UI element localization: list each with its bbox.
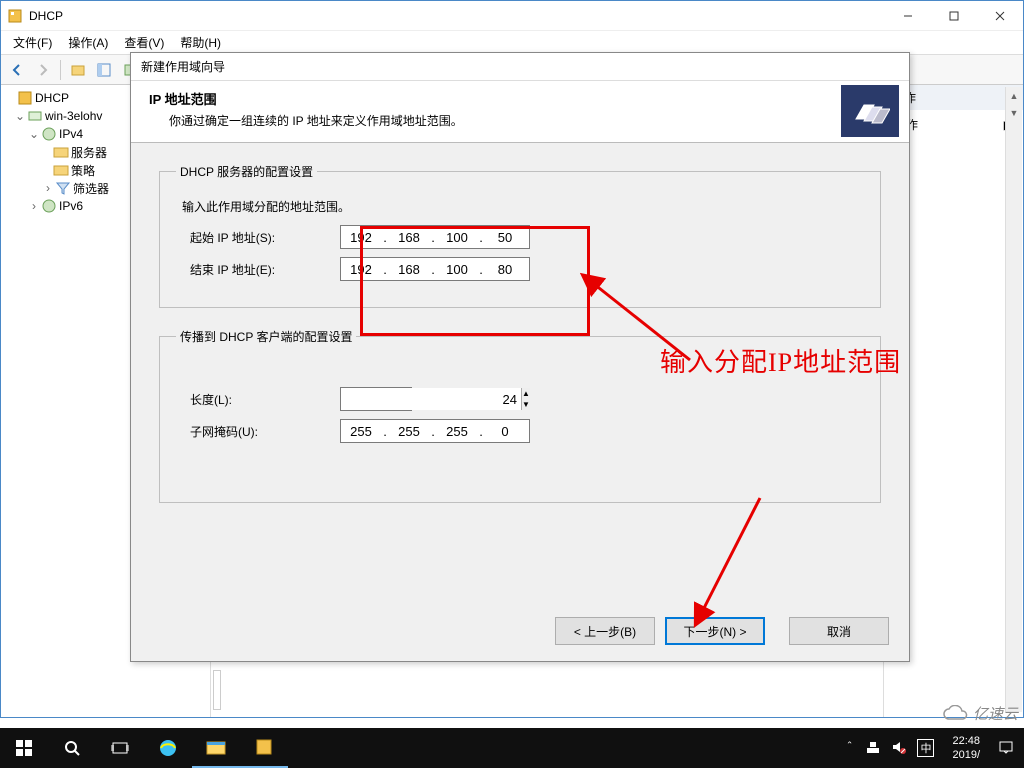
tree-policy[interactable]: 策略 bbox=[71, 162, 95, 179]
toolbar-icon-2[interactable] bbox=[92, 58, 116, 82]
wizard-header: IP 地址范围 你通过确定一组连续的 IP 地址来定义作用域地址范围。 bbox=[131, 81, 909, 143]
start-ip-label: 起始 IP 地址(S): bbox=[190, 229, 340, 246]
legend-group2: 传播到 DHCP 客户端的配置设置 bbox=[176, 328, 356, 345]
next-button[interactable]: 下一步(N) > bbox=[665, 617, 765, 645]
scroll-up-icon[interactable]: ▲ bbox=[1006, 87, 1022, 104]
ipv4-icon bbox=[41, 126, 57, 142]
window-title: DHCP bbox=[29, 9, 63, 23]
filter-icon bbox=[55, 180, 71, 196]
wizard-title: 新建作用域向导 bbox=[131, 53, 909, 81]
end-ip-input[interactable]: . . . bbox=[340, 257, 530, 281]
tree-ipv6[interactable]: IPv6 bbox=[59, 199, 83, 213]
ime-icon[interactable]: 中 bbox=[917, 739, 934, 757]
start-button[interactable] bbox=[0, 728, 48, 768]
tree-ipv4[interactable]: IPv4 bbox=[59, 127, 83, 141]
network-icon[interactable] bbox=[865, 739, 881, 758]
close-button[interactable] bbox=[977, 1, 1023, 31]
annotation-text: 输入分配IP地址范围 bbox=[660, 342, 901, 379]
wizard-subheading: 你通过确定一组连续的 IP 地址来定义作用域地址范围。 bbox=[149, 108, 463, 129]
titlebar: DHCP bbox=[1, 1, 1023, 31]
ip-octet[interactable] bbox=[389, 424, 429, 439]
dhcp-icon bbox=[17, 90, 33, 106]
wizard-heading: IP 地址范围 bbox=[149, 92, 217, 107]
taskview-icon[interactable] bbox=[96, 728, 144, 768]
system-tray[interactable]: ＾ 中 22:48 2019/ bbox=[833, 734, 1024, 762]
ip-octet[interactable] bbox=[485, 262, 525, 277]
tree-serveropt[interactable]: 服务器 bbox=[71, 144, 107, 161]
wizard-banner-icon bbox=[841, 85, 899, 137]
nav-back-button[interactable] bbox=[5, 58, 29, 82]
tree-server[interactable]: win-3elohv bbox=[45, 109, 102, 123]
clock-time[interactable]: 22:48 bbox=[952, 734, 980, 748]
length-spin[interactable]: ▲▼ bbox=[340, 387, 412, 411]
twisty-icon[interactable]: › bbox=[27, 199, 41, 213]
menu-view[interactable]: 查看(V) bbox=[116, 32, 172, 53]
menu-action[interactable]: 操作(A) bbox=[60, 32, 116, 53]
notification-icon[interactable] bbox=[998, 739, 1014, 758]
end-ip-label: 结束 IP 地址(E): bbox=[190, 261, 340, 278]
tray-chevron-icon[interactable]: ＾ bbox=[843, 740, 855, 757]
mask-label: 子网掩码(U): bbox=[190, 423, 340, 440]
explorer-icon[interactable] bbox=[192, 728, 240, 768]
app-icon bbox=[7, 8, 23, 24]
scroll-down-icon[interactable]: ▼ bbox=[1006, 104, 1022, 121]
minimize-button[interactable] bbox=[885, 1, 931, 31]
dhcp-task-icon[interactable] bbox=[240, 728, 288, 768]
ip-octet[interactable] bbox=[389, 262, 429, 277]
ip-octet[interactable] bbox=[389, 230, 429, 245]
ip-octet[interactable] bbox=[341, 424, 381, 439]
twisty-icon[interactable]: ⌄ bbox=[27, 127, 41, 141]
ip-octet[interactable] bbox=[341, 230, 381, 245]
ip-octet[interactable] bbox=[341, 262, 381, 277]
twisty-icon[interactable]: ⌄ bbox=[13, 109, 27, 123]
back-button[interactable]: < 上一步(B) bbox=[555, 617, 655, 645]
twisty-icon[interactable]: › bbox=[41, 181, 55, 195]
scrollbar[interactable]: ▲ ▼ bbox=[1005, 87, 1022, 712]
tree-root[interactable]: DHCP bbox=[35, 91, 69, 105]
ie-icon[interactable] bbox=[144, 728, 192, 768]
subnet-mask-input[interactable]: . . . bbox=[340, 419, 530, 443]
watermark: 亿速云 bbox=[943, 703, 1018, 724]
nav-fwd-button[interactable] bbox=[31, 58, 55, 82]
menu-file[interactable]: 文件(F) bbox=[5, 32, 60, 53]
legend-group1: DHCP 服务器的配置设置 bbox=[176, 163, 317, 180]
folder-icon bbox=[53, 162, 69, 178]
cancel-button[interactable]: 取消 bbox=[789, 617, 889, 645]
length-label: 长度(L): bbox=[190, 391, 340, 408]
volume-icon[interactable] bbox=[891, 739, 907, 758]
ip-octet[interactable] bbox=[437, 230, 477, 245]
search-icon[interactable] bbox=[48, 728, 96, 768]
start-ip-input[interactable]: . . . bbox=[340, 225, 530, 249]
server-icon bbox=[27, 108, 43, 124]
ipv6-icon bbox=[41, 198, 57, 214]
ip-octet[interactable] bbox=[485, 230, 525, 245]
hint-text: 输入此作用域分配的地址范围。 bbox=[182, 198, 864, 215]
spin-down-icon[interactable]: ▼ bbox=[522, 399, 530, 410]
ip-octet[interactable] bbox=[437, 424, 477, 439]
ip-octet[interactable] bbox=[437, 262, 477, 277]
menu-help[interactable]: 帮助(H) bbox=[172, 32, 229, 53]
divider bbox=[213, 670, 221, 710]
ip-octet[interactable] bbox=[485, 424, 525, 439]
maximize-button[interactable] bbox=[931, 1, 977, 31]
spin-up-icon[interactable]: ▲ bbox=[522, 388, 530, 399]
toolbar-icon-1[interactable] bbox=[66, 58, 90, 82]
clock-date[interactable]: 2019/ bbox=[952, 748, 980, 762]
tree-filter[interactable]: 筛选器 bbox=[73, 180, 109, 197]
taskbar[interactable]: ＾ 中 22:48 2019/ bbox=[0, 728, 1024, 768]
length-input[interactable] bbox=[341, 388, 521, 410]
folder-icon bbox=[53, 144, 69, 160]
fieldset-server-config: DHCP 服务器的配置设置 输入此作用域分配的地址范围。 起始 IP 地址(S)… bbox=[159, 163, 881, 308]
